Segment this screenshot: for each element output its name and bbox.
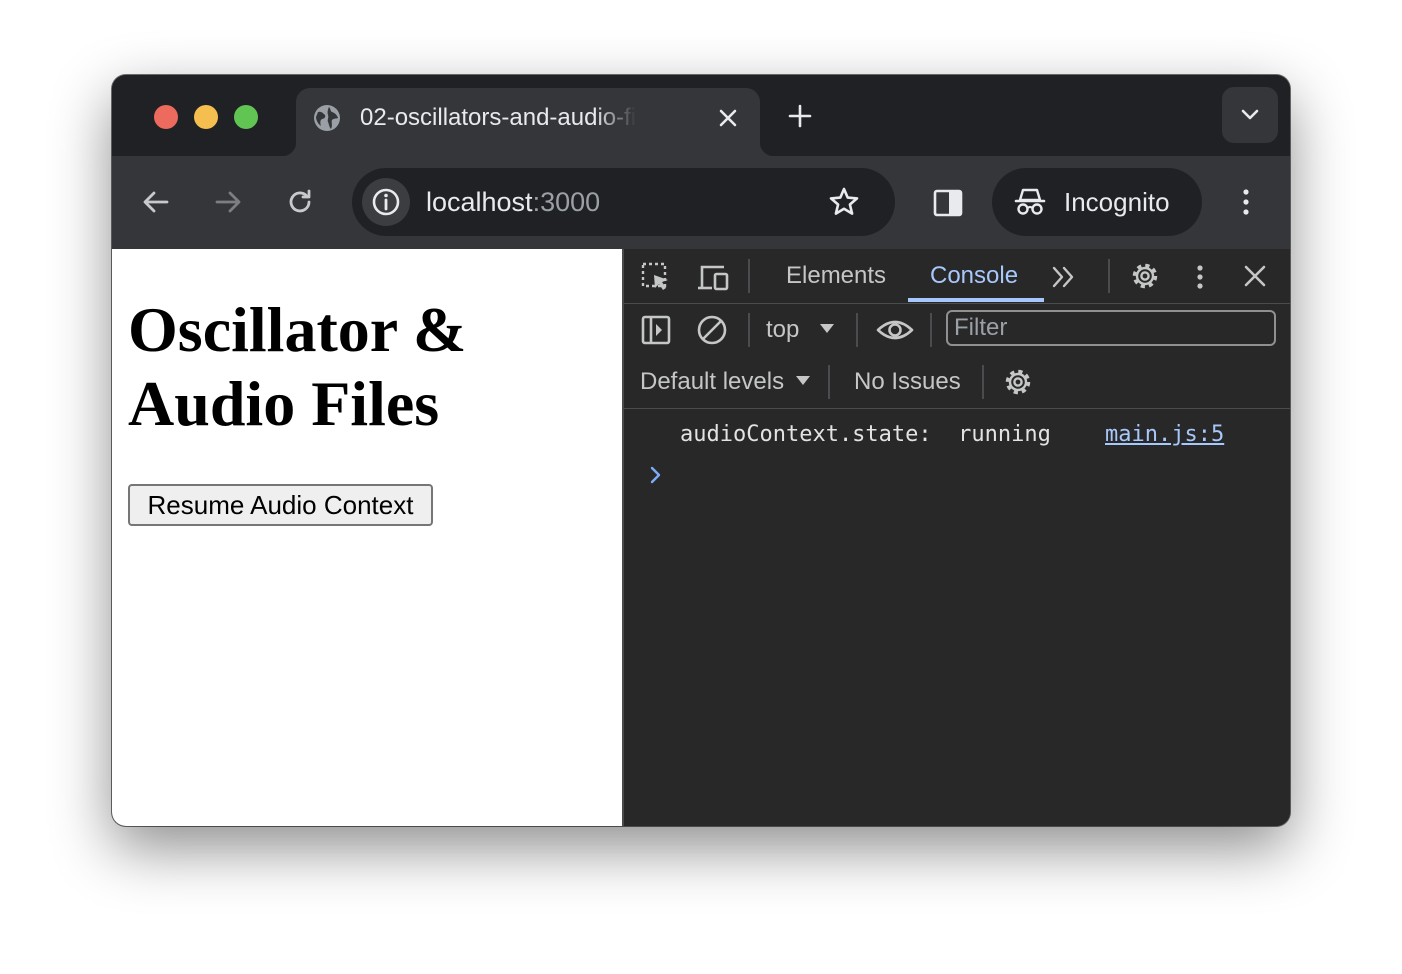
star-icon[interactable] — [828, 186, 860, 218]
close-window-button[interactable] — [154, 105, 178, 129]
issues-counter[interactable]: No Issues — [854, 366, 961, 398]
devtools-panel: Elements Console top Filter Default leve… — [622, 249, 1290, 826]
active-tab-indicator — [908, 298, 1044, 302]
profile-label: Incognito — [1064, 187, 1170, 217]
zoom-window-button[interactable] — [234, 105, 258, 129]
page-viewport: Oscillator & Audio Files Resume Audio Co… — [112, 249, 622, 826]
settings-icon[interactable] — [1129, 260, 1161, 292]
toolbar-divider — [930, 313, 932, 347]
plus-icon[interactable] — [787, 103, 813, 129]
devtools-tab-bar: Elements Console — [624, 249, 1290, 304]
device-toolbar-icon[interactable] — [696, 261, 730, 293]
console-message: audioContext.state: running main.js:5 — [624, 409, 1290, 461]
console-toolbar: top — [624, 304, 1290, 356]
info-icon — [372, 188, 400, 216]
site-info-button[interactable] — [362, 178, 410, 226]
clear-console-icon[interactable] — [696, 314, 728, 346]
reload-icon[interactable] — [284, 186, 316, 218]
context-selector[interactable]: top — [766, 313, 836, 347]
toolbar-divider — [1108, 259, 1110, 293]
sidebar-toggle-icon[interactable] — [640, 314, 672, 346]
minimize-window-button[interactable] — [194, 105, 218, 129]
tab-strip: 02-oscillators-and-audio-files — [112, 75, 1290, 156]
console-source-link[interactable]: main.js:5 — [1105, 421, 1224, 449]
forward-arrow-icon[interactable] — [212, 186, 244, 218]
globe-icon — [314, 105, 340, 131]
back-arrow-icon[interactable] — [140, 186, 172, 218]
tab-search-button[interactable] — [1222, 87, 1278, 143]
browser-window: 02-oscillators-and-audio-files — [112, 75, 1290, 826]
incognito-icon — [1014, 188, 1046, 215]
context-selector-value: top — [766, 316, 800, 343]
inspect-element-icon[interactable] — [640, 261, 672, 293]
chevron-down-icon — [1241, 109, 1259, 120]
incognito-profile-button[interactable]: Incognito — [992, 168, 1202, 236]
toolbar-divider — [828, 365, 830, 399]
log-levels-dropdown[interactable]: Default levels — [640, 366, 811, 398]
console-message-text: audioContext.state: running — [680, 422, 1051, 447]
caret-down-icon — [820, 324, 835, 333]
tab-title: 02-oscillators-and-audio-files — [360, 104, 636, 131]
url-port: :3000 — [532, 187, 601, 217]
kebab-menu-icon[interactable] — [1230, 186, 1262, 218]
side-panel-icon[interactable] — [932, 187, 964, 219]
eye-icon[interactable] — [876, 316, 914, 344]
tab-elements[interactable]: Elements — [786, 261, 886, 291]
url-text: localhost:3000 — [426, 186, 600, 218]
toolbar-divider — [748, 259, 750, 293]
toolbar-divider — [748, 313, 750, 347]
toolbar-divider — [982, 365, 984, 399]
toolbar-divider — [856, 313, 858, 347]
tab-active[interactable]: 02-oscillators-and-audio-files — [282, 88, 774, 156]
close-icon[interactable] — [716, 106, 740, 130]
address-bar[interactable]: localhost:3000 — [352, 168, 895, 236]
caret-down-icon — [795, 376, 810, 385]
prompt-chevron-icon[interactable] — [646, 465, 666, 485]
more-tabs-icon[interactable] — [1050, 263, 1078, 291]
url-host: localhost — [426, 187, 533, 217]
console-levels-bar: Default levels No Issues — [624, 356, 1290, 409]
browser-toolbar: localhost:3000 Incognito — [112, 156, 1290, 249]
tab-console[interactable]: Console — [930, 261, 1018, 291]
resume-audio-context-button[interactable]: Resume Audio Context — [128, 484, 433, 526]
console-settings-icon[interactable] — [1002, 366, 1034, 398]
log-levels-label: Default levels — [640, 368, 785, 395]
kebab-menu-icon[interactable] — [1190, 261, 1210, 293]
filter-input[interactable] — [946, 310, 1276, 346]
close-icon[interactable] — [1242, 263, 1268, 289]
page-heading: Oscillator & Audio Files — [128, 294, 467, 439]
